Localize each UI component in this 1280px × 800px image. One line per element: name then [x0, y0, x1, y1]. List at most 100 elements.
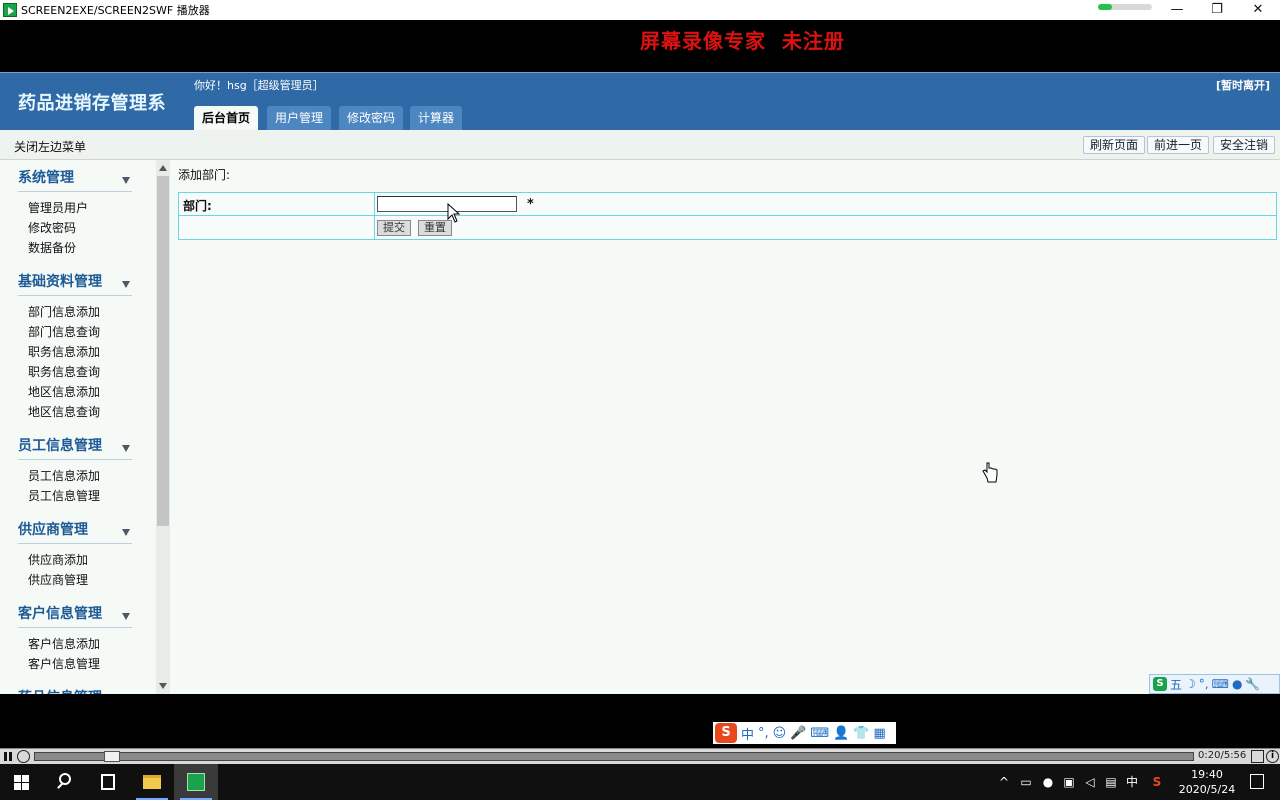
- menu-item[interactable]: 修改密码: [28, 218, 132, 238]
- menu-item[interactable]: 职务信息添加: [28, 342, 132, 362]
- tab-user-management[interactable]: 用户管理: [267, 106, 332, 131]
- tab-calculator[interactable]: 计算器: [410, 106, 463, 131]
- pause-icon[interactable]: [2, 750, 14, 763]
- collapse-arrow-icon[interactable]: [122, 177, 130, 184]
- collapse-arrow-icon[interactable]: [122, 529, 130, 536]
- logout-button[interactable]: 安全注销: [1213, 136, 1276, 154]
- tab-change-password[interactable]: 修改密码: [339, 106, 404, 131]
- scroll-down-arrow-icon[interactable]: [159, 683, 167, 689]
- network-tray-icon[interactable]: ▣: [1061, 764, 1077, 800]
- ime-status-bar[interactable]: S 五 ☽ °, ⌨ ● 🔧: [1149, 674, 1280, 694]
- seek-thumb[interactable]: [103, 751, 120, 762]
- user-icon[interactable]: 👤: [833, 726, 849, 741]
- fit-window-icon[interactable]: [1251, 750, 1264, 763]
- seek-track[interactable]: [34, 752, 1194, 761]
- windows-start-icon[interactable]: [0, 764, 44, 800]
- close-button[interactable]: ✕: [1238, 0, 1278, 20]
- ime-tray-indicator[interactable]: 中: [1124, 764, 1140, 800]
- menu-item[interactable]: 供应商添加: [28, 550, 132, 570]
- search-icon[interactable]: [44, 764, 88, 800]
- menu-items: 管理员用户 修改密码 数据备份: [18, 192, 132, 264]
- left-menu-scrollbar[interactable]: [156, 160, 170, 694]
- submit-button[interactable]: 提交: [377, 220, 411, 236]
- menu-item[interactable]: 地区信息查询: [28, 402, 132, 422]
- menu-group-title[interactable]: 员工信息管理: [18, 432, 132, 460]
- task-view-icon[interactable]: [86, 764, 130, 800]
- scrollbar-thumb[interactable]: [157, 176, 169, 526]
- menu-item[interactable]: 员工信息添加: [28, 466, 132, 486]
- menu-item[interactable]: 客户信息添加: [28, 634, 132, 654]
- windows-taskbar: ^ ▭ ● ▣ ◁ ▤ 中 S 19:40 2020/5/24: [0, 764, 1280, 800]
- menu-item[interactable]: 员工信息管理: [28, 486, 132, 506]
- menu-item[interactable]: 职务信息查询: [28, 362, 132, 382]
- emoji-icon[interactable]: ☺: [773, 726, 787, 741]
- collapse-arrow-icon[interactable]: [122, 281, 130, 288]
- scroll-up-arrow-icon[interactable]: [159, 165, 167, 171]
- menu-item[interactable]: 部门信息添加: [28, 302, 132, 322]
- refresh-page-button[interactable]: 刷新页面: [1083, 136, 1146, 154]
- ime-floating-toolbar[interactable]: S 中 °, ☺ 🎤 ⌨ 👤 👕 ▦: [713, 722, 896, 744]
- ime-mode-indicator[interactable]: 中: [741, 724, 754, 743]
- restore-button[interactable]: ❐: [1197, 0, 1237, 20]
- hand-cursor-icon: [982, 462, 998, 483]
- player-app-icon: [3, 3, 17, 17]
- unregistered-watermark: 屏幕录像专家 未注册: [640, 29, 845, 53]
- temporary-leave-link[interactable]: [暂时离开]: [1216, 77, 1270, 93]
- file-explorer-icon[interactable]: [130, 764, 174, 800]
- sogou-logo-icon[interactable]: S: [1153, 677, 1167, 691]
- volume-tray-icon[interactable]: ◁: [1082, 764, 1098, 800]
- clock-time[interactable]: 19:40: [1183, 768, 1231, 781]
- ime-mode-indicator[interactable]: 五: [1170, 676, 1182, 693]
- menu-item[interactable]: 管理员用户: [28, 198, 132, 218]
- menu-item[interactable]: 地区信息添加: [28, 382, 132, 402]
- form-title: 添加部门:: [178, 168, 231, 182]
- info-icon[interactable]: i: [1266, 750, 1279, 763]
- menu-item[interactable]: 部门信息查询: [28, 322, 132, 342]
- message-tray-icon[interactable]: ▤: [1103, 764, 1119, 800]
- tab-home[interactable]: 后台首页: [194, 106, 259, 131]
- clock-date[interactable]: 2020/5/24: [1177, 783, 1237, 796]
- menu-group-title[interactable]: 系统管理: [18, 164, 132, 192]
- notification-center-icon[interactable]: [1250, 774, 1264, 789]
- collapse-arrow-icon[interactable]: [122, 445, 130, 452]
- menu-group-title[interactable]: 药品信息管理: [18, 684, 132, 694]
- app-header: 药品进销存管理系 你好！hsg［超级管理员］ [暂时离开] 后台首页 用户管理 …: [0, 72, 1280, 131]
- menu-group-title[interactable]: 基础资料管理: [18, 268, 132, 296]
- menu-item[interactable]: 数据备份: [28, 238, 132, 258]
- screen-player-task-icon[interactable]: [174, 764, 218, 800]
- minimize-button[interactable]: —: [1157, 0, 1197, 20]
- menu-group-title[interactable]: 客户信息管理: [18, 600, 132, 628]
- player-control-bar: 0:20/5:56 i: [0, 748, 1280, 764]
- menu-group-title[interactable]: 供应商管理: [18, 516, 132, 544]
- skin-icon[interactable]: 👕: [853, 726, 869, 741]
- forward-page-button[interactable]: 前进一页: [1147, 136, 1210, 154]
- penguin-tray-icon[interactable]: ●: [1040, 764, 1056, 800]
- punctuation-icon[interactable]: °,: [758, 726, 769, 741]
- form-row-department: [179, 193, 1276, 216]
- arrow-cursor-icon: [447, 203, 461, 223]
- left-menu-groups: 系统管理 管理员用户 修改密码 数据备份 基础资料管理 部门信息添加 部门信息查询 职务信息添…: [0, 160, 156, 694]
- sogou-tray-icon[interactable]: S: [1149, 764, 1165, 800]
- keyboard-icon[interactable]: ⌨: [1212, 677, 1229, 691]
- menu-item[interactable]: 供应商管理: [28, 570, 132, 590]
- main-content: 添加部门: 部门: * 提交 重置: [170, 160, 1280, 694]
- wrench-icon[interactable]: 🔧: [1245, 677, 1260, 691]
- toolbox-icon[interactable]: ▦: [874, 726, 886, 741]
- menu-item[interactable]: 客户信息管理: [28, 654, 132, 674]
- moon-icon[interactable]: ☽: [1185, 677, 1196, 691]
- tray-chevron-icon[interactable]: ^: [996, 764, 1012, 800]
- user-icon[interactable]: ●: [1232, 677, 1242, 691]
- menu-group: 员工信息管理 员工信息添加 员工信息管理: [18, 432, 132, 512]
- title-progress-bar: [1098, 4, 1152, 10]
- keyboard-icon[interactable]: ⌨: [810, 726, 829, 741]
- microphone-icon[interactable]: 🎤: [790, 726, 806, 741]
- menu-items: 部门信息添加 部门信息查询 职务信息添加 职务信息查询 地区信息添加 地区信息查询: [18, 296, 132, 428]
- sogou-logo-icon[interactable]: S: [715, 723, 737, 743]
- recording-bottom-band: [0, 694, 1280, 748]
- stop-icon[interactable]: [17, 750, 30, 763]
- collapse-arrow-icon[interactable]: [122, 613, 130, 620]
- player-title-bar: SCREEN2EXE/SCREEN2SWF 播放器 — ❐ ✕: [0, 0, 1280, 20]
- punctuation-icon[interactable]: °,: [1199, 677, 1209, 691]
- close-left-menu-link[interactable]: 关闭左边菜单: [14, 138, 86, 155]
- camera-tray-icon[interactable]: ▭: [1018, 764, 1034, 800]
